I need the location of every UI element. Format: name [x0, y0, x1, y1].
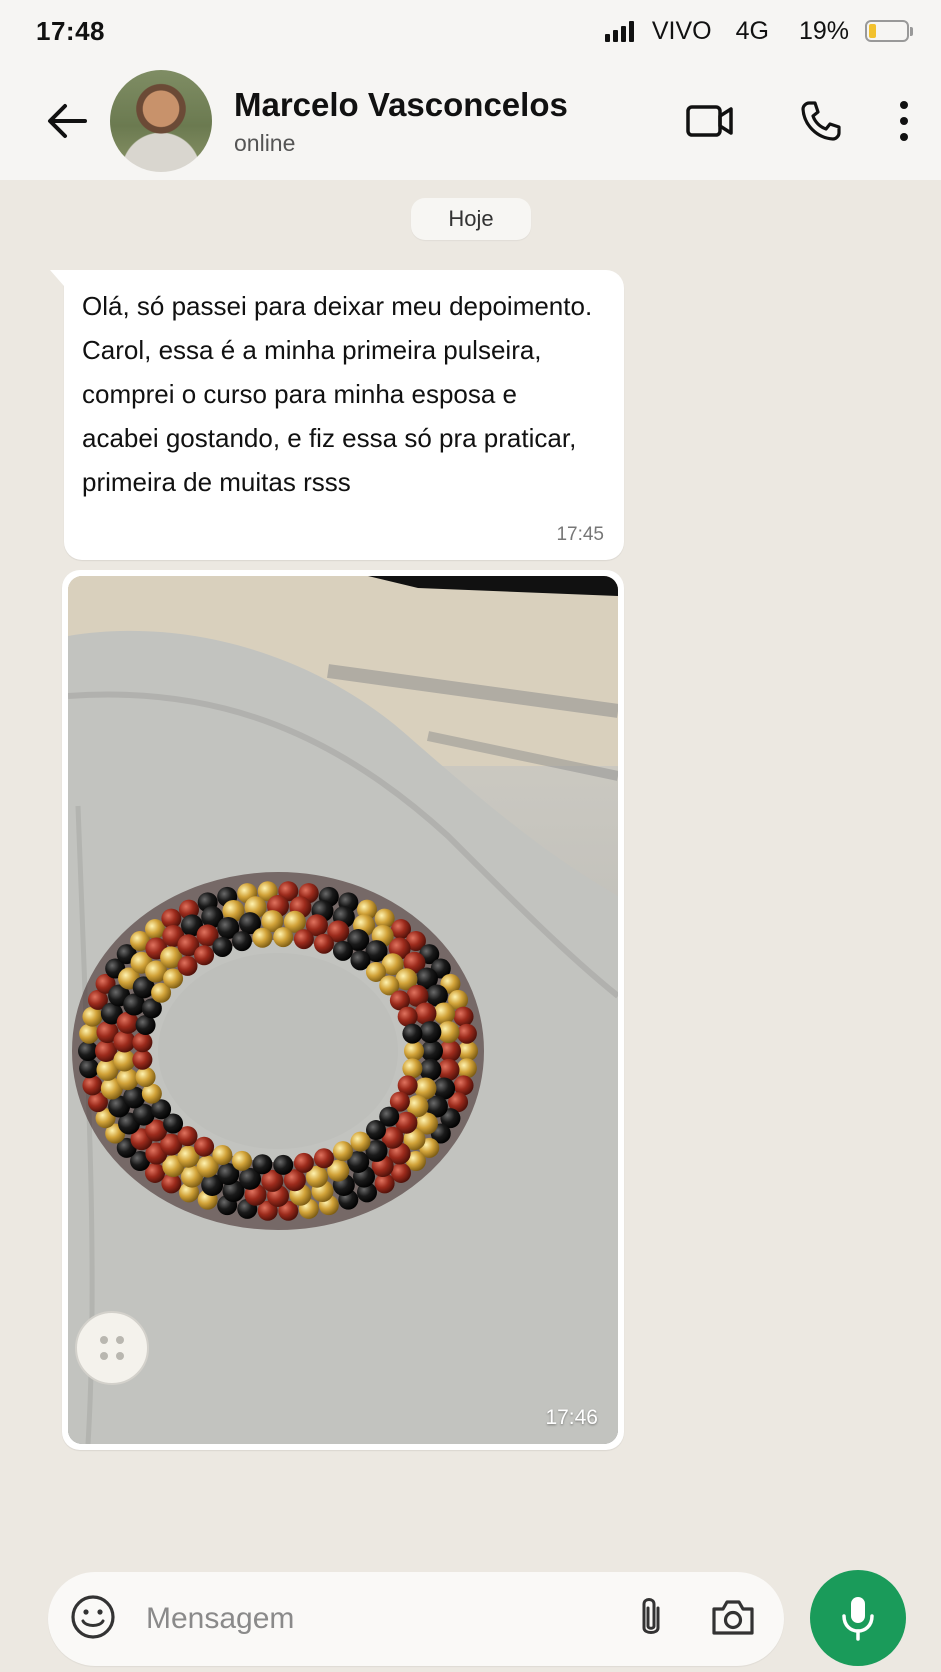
bead — [456, 1023, 477, 1044]
network-label: 4G — [735, 16, 769, 45]
image-message-time: 17:46 — [545, 1406, 598, 1429]
bead — [79, 1058, 100, 1079]
input-actions — [636, 1594, 756, 1645]
bead — [116, 1068, 139, 1091]
bead — [135, 1066, 156, 1087]
more-vert-icon — [900, 101, 908, 141]
bead — [293, 929, 314, 950]
message-input-bar[interactable]: Mensagem — [48, 1572, 784, 1666]
bead — [332, 1141, 353, 1162]
bead — [231, 1150, 252, 1171]
mic-icon — [842, 1597, 874, 1641]
phone-icon — [801, 101, 841, 141]
bead — [414, 1002, 437, 1025]
camera-icon — [712, 1599, 754, 1635]
battery-percent: 19% — [798, 16, 849, 45]
header-actions — [685, 99, 911, 143]
bead — [252, 927, 273, 948]
bead — [144, 919, 165, 940]
bracelet-photo[interactable]: 17:46 — [68, 576, 618, 1444]
message-bubble-image[interactable]: 17:46 — [62, 570, 624, 1450]
bead — [313, 1148, 334, 1169]
attach-button[interactable] — [636, 1594, 666, 1645]
message-text: Olá, só passei para deixar meu depoiment… — [82, 291, 593, 497]
back-arrow-icon — [48, 104, 87, 138]
bead — [113, 1030, 136, 1053]
bead — [82, 1075, 103, 1096]
video-call-button[interactable] — [685, 102, 735, 140]
bead — [402, 1058, 423, 1079]
bead — [252, 1154, 273, 1175]
message-bubble-text[interactable]: Olá, só passei para deixar meu depoiment… — [50, 270, 624, 560]
bead — [177, 955, 198, 976]
voice-call-button[interactable] — [799, 99, 843, 143]
contact-name: Marcelo Vasconcelos — [234, 85, 568, 123]
bead — [391, 1162, 412, 1183]
bead — [132, 1032, 153, 1053]
emoji-icon — [71, 1594, 115, 1639]
status-bar: 17:48 VIVO 4G 19% — [0, 0, 941, 62]
carrier-label: VIVO — [651, 16, 712, 45]
contact-info[interactable]: Marcelo Vasconcelos online — [234, 86, 685, 157]
bead — [453, 1006, 474, 1027]
battery-fill — [869, 24, 876, 38]
back-button[interactable] — [32, 86, 102, 156]
bead — [419, 1021, 442, 1044]
chat-header: Marcelo Vasconcelos online — [0, 62, 941, 180]
bead — [404, 1041, 424, 1061]
bead — [79, 1023, 100, 1044]
bead — [397, 1006, 418, 1027]
bead — [402, 1023, 423, 1044]
bead — [313, 933, 334, 954]
bead — [332, 940, 353, 961]
bracelet-image — [68, 576, 618, 1444]
emoji-button[interactable] — [70, 1594, 116, 1645]
message-input[interactable]: Mensagem — [146, 1602, 636, 1636]
chat-area[interactable]: Hoje Olá, só passei para deixar meu depo… — [0, 180, 941, 1560]
bead — [212, 1145, 233, 1166]
bead — [194, 945, 215, 966]
mic-button[interactable] — [810, 1570, 906, 1666]
signal-icon — [604, 20, 634, 42]
bead — [421, 1040, 443, 1062]
bead — [456, 1058, 477, 1079]
camera-button[interactable] — [710, 1597, 756, 1642]
contact-status: online — [234, 129, 296, 156]
status-time: 17:48 — [36, 15, 105, 46]
bead — [273, 1154, 294, 1175]
bead — [212, 936, 233, 957]
bead — [194, 1136, 215, 1157]
message-time: 17:45 — [556, 524, 604, 545]
bead — [113, 1049, 136, 1072]
bead — [132, 1049, 153, 1070]
bead — [273, 927, 294, 948]
avatar[interactable] — [110, 70, 212, 172]
date-chip: Hoje — [411, 198, 531, 240]
bead — [231, 931, 252, 952]
bead — [293, 1152, 314, 1173]
status-indicators: VIVO 4G 19% — [604, 16, 913, 46]
bead — [419, 1058, 442, 1081]
battery-icon — [865, 20, 913, 42]
video-call-icon — [686, 105, 733, 137]
attach-icon — [642, 1597, 660, 1634]
more-options-button[interactable] — [897, 99, 911, 143]
bead — [350, 1131, 371, 1152]
